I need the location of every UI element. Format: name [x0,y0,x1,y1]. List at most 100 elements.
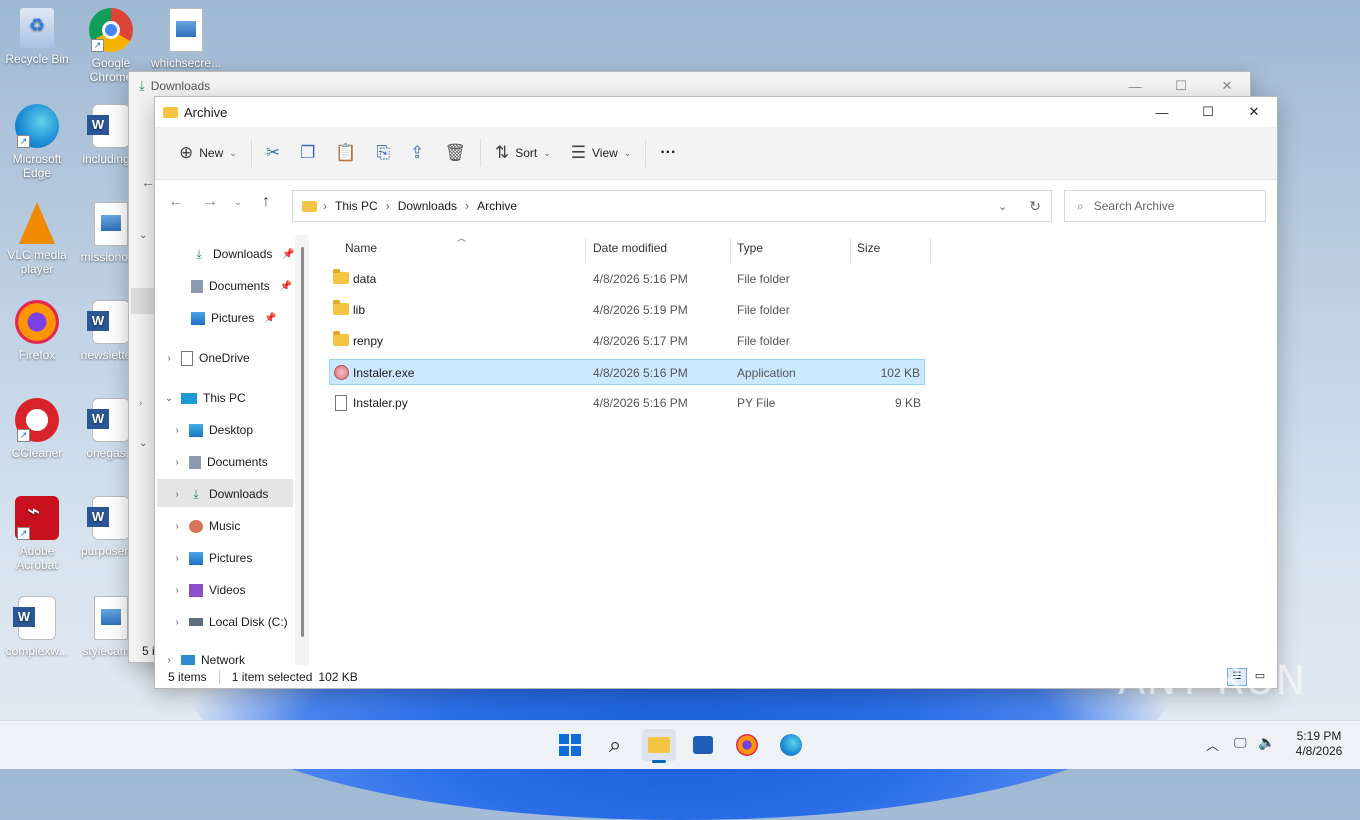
search-placeholder: Search Archive [1093,199,1175,213]
breadcrumb-archive[interactable]: Archive [477,199,517,213]
maximize-button[interactable]: ☐ [1185,97,1231,127]
address-bar[interactable]: › This PC › Downloads › Archive ⌄ ↻ [292,190,1052,222]
desktop-icon-recycle-bin[interactable]: ♻ Recycle Bin [1,8,73,66]
nav-item-pictures[interactable]: › Pictures [171,545,252,571]
search-button[interactable]: ⌕ [598,729,632,761]
nav-item-downloads-quick[interactable]: ⤓ Downloads 📌 [191,241,294,267]
chevron-right-icon: › [323,199,327,213]
search-icon: ⌕ [608,732,622,757]
file-icon [335,395,347,411]
paste-icon: 📋 [335,143,357,162]
nav-item-this-pc[interactable]: ⌄ This PC [163,385,246,411]
file-list: ︿ Name Date modified Type Size data 4/8/… [325,233,1275,665]
chevron-right-icon: › [385,199,390,213]
desktop-icon-acrobat[interactable]: ⌁ ↗ Adobe Acrobat [1,496,73,572]
nav-item-network[interactable]: › Network [163,647,245,665]
nav-scrollbar-thumb[interactable] [301,247,304,637]
column-header-type[interactable]: Type [737,235,763,261]
column-divider[interactable] [585,238,586,262]
rename-button[interactable]: ⎘ [366,137,400,169]
file-row-data[interactable]: data 4/8/2026 5:16 PM File folder [329,266,925,292]
status-selection: 1 item selected [231,670,313,684]
taskbar-edge[interactable] [774,729,808,761]
paste-button[interactable]: 📋 [325,137,366,169]
folder-icon [333,269,349,284]
cut-button[interactable]: ✂ [256,137,290,169]
nav-item-documents-quick[interactable]: Documents 📌 [191,273,292,299]
forward-arrow-icon[interactable]: → [193,193,227,211]
taskbar-file-explorer[interactable] [642,729,676,763]
desktop-icon-whichsecre[interactable]: whichsecre... [150,8,222,70]
nav-item-documents[interactable]: › Documents [171,449,267,475]
show-hidden-icons-button[interactable]: ︿ [1206,735,1219,754]
more-options-button[interactable]: ··· [650,137,686,169]
chevron-right-icon: › [167,352,171,364]
chevron-down-icon: ⌄ [229,147,237,158]
column-header-size[interactable]: Size [857,235,880,261]
trash-icon: 🗑 [444,143,466,162]
copy-button[interactable]: ❐ [290,137,325,169]
file-row-renpy[interactable]: renpy 4/8/2026 5:17 PM File folder [329,328,925,354]
new-button[interactable]: ⊕ New ⌄ [169,137,247,169]
file-row-instaler-py[interactable]: Instaler.py 4/8/2026 5:16 PM PY File 9 K… [329,390,925,416]
desktop-icon-firefox[interactable]: Firefox [1,300,73,362]
column-label: Name [345,241,378,255]
back-arrow-icon[interactable]: ← [159,193,193,211]
volume-icon[interactable]: 🔈 [1258,734,1275,751]
word-doc-icon: W [87,398,130,442]
nav-item-downloads[interactable]: › ⤓ Downloads [171,481,268,507]
recent-chevron-icon[interactable]: ⌄ [227,197,249,208]
chevron-down-icon[interactable]: ⌄ [139,230,147,241]
column-divider[interactable] [730,238,731,262]
minimize-button[interactable]: — [1139,97,1185,127]
delete-button[interactable]: 🗑 [434,137,476,169]
chevron-down-icon[interactable]: ⌄ [139,438,147,449]
refresh-icon[interactable]: ↻ [1029,198,1041,215]
view-button[interactable]: ☰ View ⌄ [561,137,642,169]
folder-icon [648,737,670,753]
chevron-down-icon: ⌄ [164,392,174,404]
chevron-down-icon: ⌄ [543,147,551,158]
desktop-icon-vlc[interactable]: VLC media player [1,202,73,276]
file-name: lib [353,303,366,317]
taskbar-firefox[interactable] [730,729,764,761]
nav-item-music[interactable]: › Music [171,513,240,539]
divider [250,139,252,167]
column-header-date[interactable]: Date modified [593,235,667,261]
word-doc-icon: W [87,496,130,540]
up-arrow-icon[interactable]: ↑ [249,193,283,211]
chevron-right-icon: › [175,616,179,628]
back-arrow-icon[interactable]: ← [141,174,155,190]
chevron-down-icon[interactable]: ⌄ [998,200,1007,213]
desktop-icon-ccleaner[interactable]: ↗ CCleaner [1,398,73,460]
archive-window[interactable]: Archive — ☐ ✕ ⊕ New ⌄ ✂ ❐ 📋 ⎘ ⇪ 🗑 ⇅ Sort ⌄ ☰… [154,96,1278,689]
close-button[interactable]: ✕ [1231,97,1277,127]
nav-item-desktop[interactable]: › Desktop [171,417,253,443]
nav-scrollbar[interactable] [295,235,309,665]
file-row-lib[interactable]: lib 4/8/2026 5:19 PM File folder [329,297,925,323]
nav-item-local-disk[interactable]: › Local Disk (C:) [171,609,287,635]
chevron-right-icon[interactable]: › [139,398,142,409]
column-divider[interactable] [850,238,851,262]
file-row-instaler-exe[interactable]: Instaler.exe 4/8/2026 5:16 PM Applicatio… [329,359,925,385]
search-box[interactable]: ⌕ Search Archive [1064,190,1266,222]
share-button[interactable]: ⇪ [400,137,434,169]
archive-titlebar[interactable]: Archive — ☐ ✕ [155,97,1277,127]
start-button[interactable] [553,729,587,761]
breadcrumb-this-pc[interactable]: This PC [335,199,378,213]
nav-item-videos[interactable]: › Videos [171,577,245,603]
sort-button[interactable]: ⇅ Sort ⌄ [485,137,561,169]
command-bar: ⊕ New ⌄ ✂ ❐ 📋 ⎘ ⇪ 🗑 ⇅ Sort ⌄ ☰ View ⌄ ··· [155,127,1277,180]
desktop-icon-edge[interactable]: ↗ Microsoft Edge [1,104,73,180]
column-header-name[interactable]: Name [345,235,377,261]
column-divider[interactable] [930,238,931,262]
network-icon[interactable]: 🖵 [1234,735,1247,751]
desktop-icon-complexw[interactable]: W complexw... [1,596,73,658]
taskbar: ⌕ ︿ 🖵 🔈 5:19 PM 4/8/2026 [0,720,1360,769]
taskbar-store[interactable] [686,729,720,761]
nav-item-onedrive[interactable]: › OneDrive [163,345,250,371]
nav-item-pictures-quick[interactable]: Pictures 📌 [191,305,277,331]
clock[interactable]: 5:19 PM 4/8/2026 [1288,729,1350,759]
divider [645,139,647,167]
breadcrumb-downloads[interactable]: Downloads [398,199,457,213]
